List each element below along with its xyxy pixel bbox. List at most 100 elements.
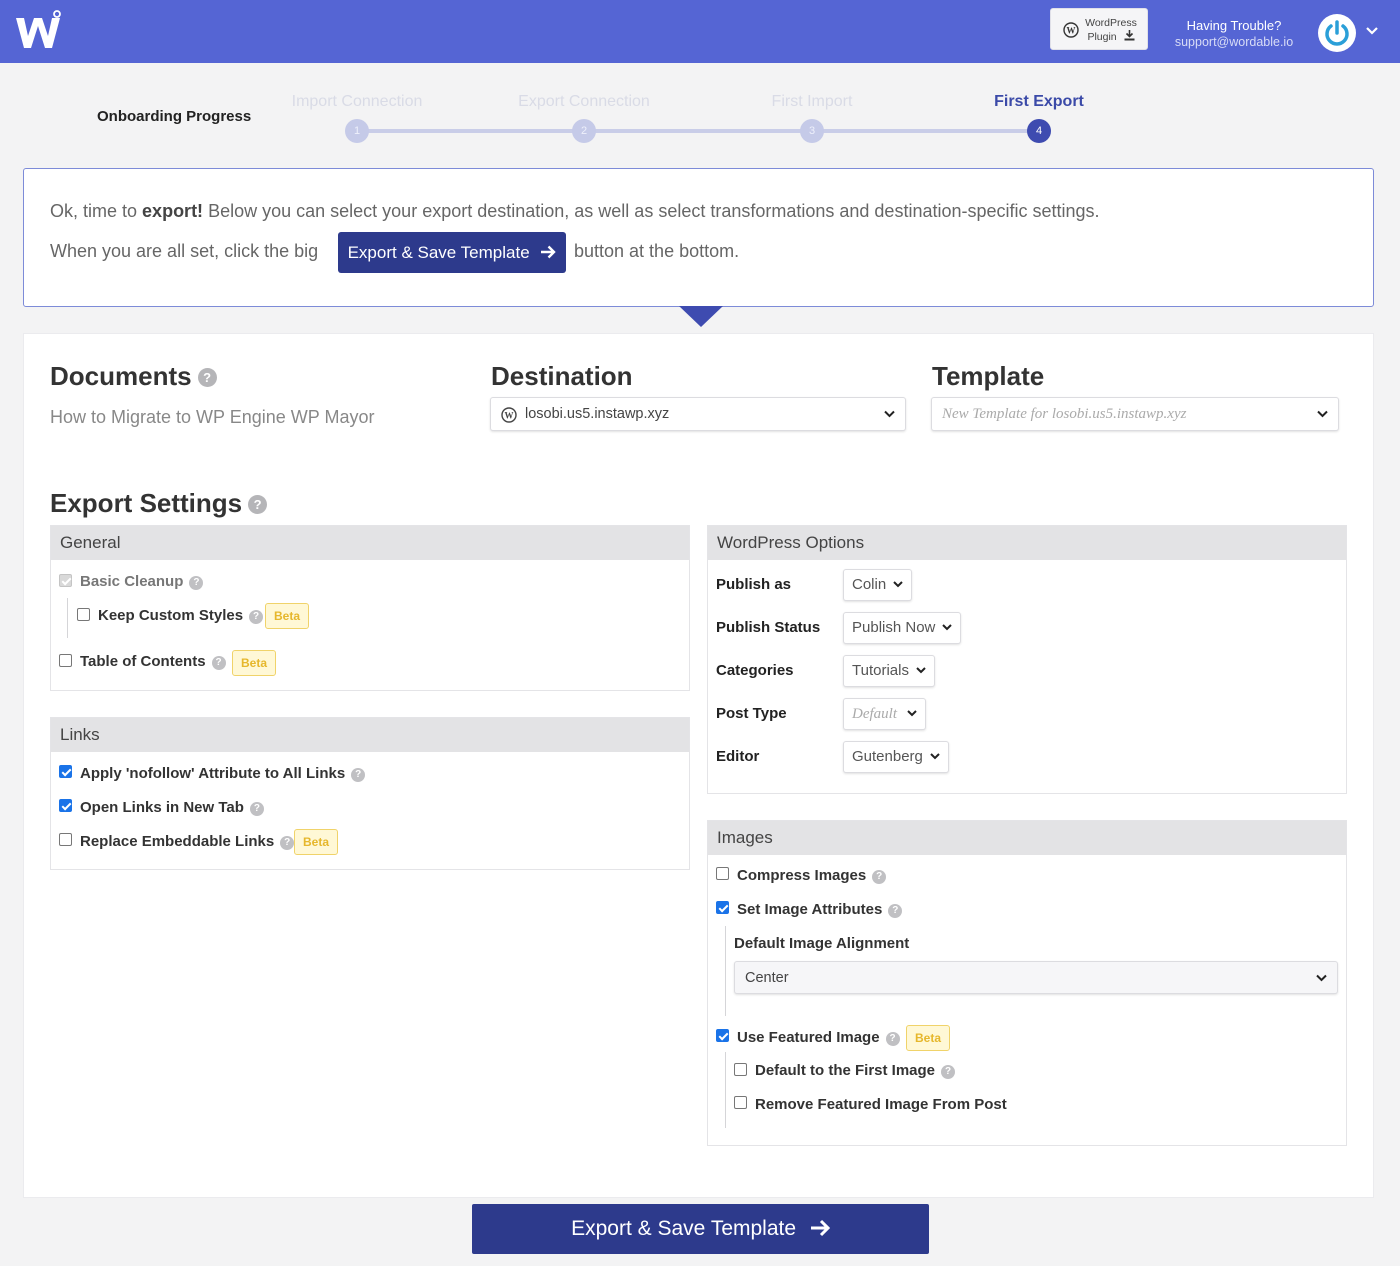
intro-text-a: Ok, time to xyxy=(50,201,138,221)
template-select[interactable]: New Template for losobi.us5.instawp.xyz xyxy=(931,397,1339,431)
export-save-template-button[interactable]: Export & Save Template xyxy=(472,1204,929,1254)
document-name: How to Migrate to WP Engine WP Mayor xyxy=(50,407,375,427)
editor-select[interactable]: Gutenberg xyxy=(843,741,949,773)
chevron-down-icon xyxy=(893,581,903,588)
export-settings-heading: Export Settings? xyxy=(50,488,268,519)
beta-badge: Beta xyxy=(232,650,277,676)
chevron-down-icon[interactable] xyxy=(1365,24,1379,38)
intro-export-label: Export & Save Template xyxy=(347,243,530,262)
help-icon[interactable]: ? xyxy=(249,610,264,624)
use-featured-image-label: Use Featured Image? xyxy=(737,1029,900,1046)
progress-track xyxy=(357,129,1040,133)
wordable-logo-icon[interactable] xyxy=(14,10,64,52)
intro-text-b: Below you can select your export destina… xyxy=(208,201,1100,221)
download-icon xyxy=(1124,30,1135,41)
keep-custom-styles-checkbox[interactable] xyxy=(77,608,90,621)
categories-value: Tutorials xyxy=(852,662,909,679)
nofollow-label: Apply 'nofollow' Attribute to All Links? xyxy=(80,765,366,782)
image-alignment-select[interactable]: Center xyxy=(734,961,1338,994)
help-icon[interactable]: ? xyxy=(248,495,268,514)
top-bar: W WordPress Plugin Having Trouble? suppo… xyxy=(0,0,1400,63)
categories-select[interactable]: Tutorials xyxy=(843,655,935,687)
help-icon[interactable]: ? xyxy=(189,576,204,590)
basic-cleanup-checkbox xyxy=(59,574,72,587)
intro-export-button[interactable]: Export & Save Template xyxy=(338,232,566,273)
new-tab-label: Open Links in New Tab? xyxy=(80,799,264,816)
destination-select[interactable]: W losobi.us5.instawp.xyz xyxy=(490,397,906,431)
links-panel-title: Links xyxy=(51,718,689,752)
use-featured-image-checkbox[interactable] xyxy=(716,1029,729,1042)
chevron-down-icon xyxy=(916,667,926,674)
default-first-image-label: Default to the First Image? xyxy=(755,1062,956,1079)
nofollow-checkbox[interactable] xyxy=(59,765,72,778)
help-icon[interactable]: ? xyxy=(941,1065,956,1079)
template-placeholder: New Template for losobi.us5.instawp.xyz xyxy=(942,406,1187,422)
beta-badge: Beta xyxy=(265,603,310,629)
post-type-value: Default xyxy=(852,706,897,722)
remove-featured-image-checkbox[interactable] xyxy=(734,1096,747,1109)
svg-text:W: W xyxy=(1067,26,1076,36)
step-dot-1: 1 xyxy=(345,119,369,143)
step-label-export-connection: Export Connection xyxy=(518,93,650,110)
default-first-image-checkbox[interactable] xyxy=(734,1063,747,1076)
chevron-down-icon xyxy=(1317,410,1328,418)
step-label-import-connection: Import Connection xyxy=(291,93,423,110)
default-image-alignment-label: Default Image Alignment xyxy=(734,935,910,952)
help-icon[interactable]: ? xyxy=(280,836,295,850)
arrow-right-icon xyxy=(810,1219,830,1237)
plugin-label-line2: Plugin xyxy=(1087,31,1117,43)
indent-line xyxy=(725,1052,726,1128)
wordpress-options-panel: WordPress Options xyxy=(707,525,1347,794)
images-panel-title: Images xyxy=(708,821,1346,855)
export-settings-title: Export Settings xyxy=(50,488,243,518)
destination-heading: Destination xyxy=(491,361,633,391)
general-panel-title: General xyxy=(51,526,689,560)
chevron-down-icon xyxy=(1316,974,1327,982)
trouble-title: Having Trouble? xyxy=(1186,18,1282,33)
indent-line xyxy=(725,926,726,1016)
publish-as-value: Colin xyxy=(852,576,887,593)
step-dot-3: 3 xyxy=(800,119,824,143)
beta-badge: Beta xyxy=(294,829,339,855)
publish-status-value: Publish Now xyxy=(852,619,936,636)
set-image-attributes-checkbox[interactable] xyxy=(716,901,729,914)
set-image-attributes-label: Set Image Attributes? xyxy=(737,901,903,918)
publish-as-select[interactable]: Colin xyxy=(843,569,912,601)
help-icon[interactable]: ? xyxy=(872,870,887,884)
help-icon[interactable]: ? xyxy=(197,368,217,387)
documents-title: Documents xyxy=(50,361,192,391)
editor-label: Editor xyxy=(716,748,760,765)
beta-badge: Beta xyxy=(906,1025,951,1051)
compress-images-checkbox[interactable] xyxy=(716,867,729,880)
documents-heading: Documents? xyxy=(50,361,217,392)
publish-status-select[interactable]: Publish Now xyxy=(843,612,961,644)
chevron-down-icon xyxy=(942,624,952,631)
help-icon[interactable]: ? xyxy=(249,802,264,816)
image-alignment-value: Center xyxy=(745,970,789,986)
intro-line-2b: button at the bottom. xyxy=(574,241,740,261)
wordpress-plugin-button[interactable]: W WordPress Plugin xyxy=(1050,8,1148,50)
support-email[interactable]: support@wordable.io xyxy=(1160,34,1308,50)
wordpress-icon: W xyxy=(501,407,517,423)
table-of-contents-checkbox[interactable] xyxy=(59,654,72,667)
compress-images-label: Compress Images? xyxy=(737,867,887,884)
help-icon[interactable]: ? xyxy=(211,656,226,670)
pointer-arrow xyxy=(679,306,723,327)
step-label-first-import: First Import xyxy=(771,93,853,110)
support-contact[interactable]: Having Trouble? support@wordable.io xyxy=(1160,18,1308,50)
export-save-template-label: Export & Save Template xyxy=(571,1217,797,1240)
publish-status-label: Publish Status xyxy=(716,619,821,636)
help-icon[interactable]: ? xyxy=(885,1032,900,1046)
help-icon[interactable]: ? xyxy=(888,904,903,918)
step-label-first-export: First Export xyxy=(994,93,1084,110)
svg-text:W: W xyxy=(505,411,514,421)
new-tab-checkbox[interactable] xyxy=(59,799,72,812)
embeddable-links-checkbox[interactable] xyxy=(59,833,72,846)
post-type-select[interactable]: Default xyxy=(843,698,926,730)
intro-box: Ok, time to export! Below you can select… xyxy=(23,168,1374,307)
help-icon[interactable]: ? xyxy=(351,768,366,782)
power-icon xyxy=(1325,20,1349,46)
account-avatar[interactable] xyxy=(1318,14,1356,52)
intro-line-2a: When you are all set, click the big xyxy=(50,241,319,261)
remove-featured-image-label: Remove Featured Image From Post xyxy=(755,1096,1007,1113)
